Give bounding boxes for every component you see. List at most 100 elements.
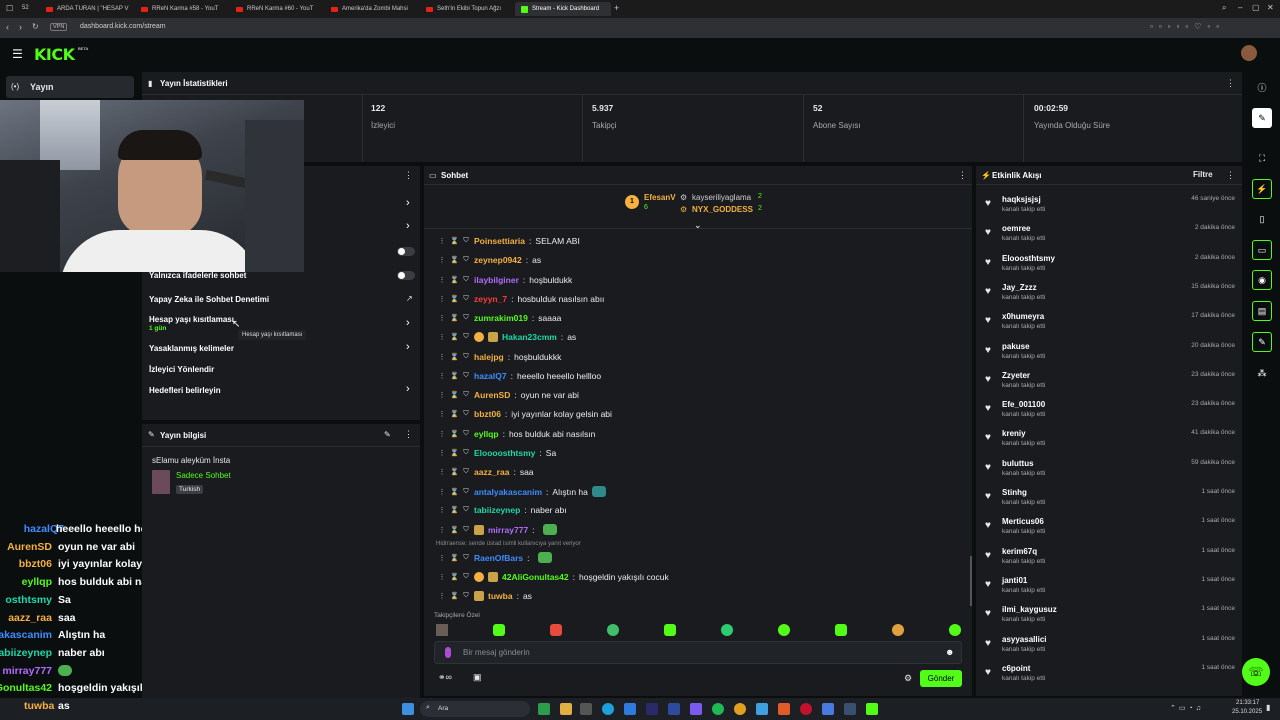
wrench-icon[interactable]: ✎ (1252, 332, 1272, 352)
timeout-icon[interactable]: ⌛ (450, 372, 459, 380)
emote-icon[interactable] (664, 624, 676, 636)
message-options-icon[interactable]: ⋮ (438, 372, 446, 380)
steam-icon[interactable] (844, 703, 856, 715)
chat-username[interactable]: eyllqp (474, 429, 499, 439)
app-icon[interactable] (822, 703, 834, 715)
emote-only-toggle[interactable] (397, 271, 415, 280)
chat-username[interactable]: Poinsettiaria (474, 236, 525, 246)
chat-username[interactable]: ilaybilginer (474, 275, 519, 285)
chevron-right-icon[interactable]: › (406, 197, 410, 209)
opera-icon[interactable] (800, 703, 812, 715)
chevron-right-icon[interactable]: › (406, 341, 410, 353)
emote-icon[interactable] (721, 624, 733, 636)
kick-logo[interactable]: KICK (34, 45, 75, 64)
banned-words-label[interactable]: Yasaklanmış kelimeler (149, 344, 234, 353)
chat-username[interactable]: bbzt06 (474, 409, 501, 419)
activity-item[interactable]: ♥ pakuse kanalı takip etti 20 dakika önce (985, 342, 1235, 368)
chat-username[interactable]: tuwba (488, 591, 513, 601)
emote-icon[interactable] (835, 624, 847, 636)
app-icon[interactable] (668, 703, 680, 715)
emote-icon[interactable] (550, 624, 562, 636)
follower-username[interactable]: Zzyeter (1002, 371, 1030, 380)
emote-icon[interactable] (892, 624, 904, 636)
timeout-icon[interactable]: ⌛ (450, 573, 459, 581)
document-icon[interactable]: ▯ (1252, 209, 1272, 229)
chat-username[interactable]: aazz_raa (474, 467, 509, 477)
url-field[interactable]: dashboard.kick.com/stream (80, 23, 166, 30)
message-options-icon[interactable]: ⋮ (438, 353, 446, 361)
minimize-icon[interactable]: – (1238, 3, 1242, 12)
gifter-name[interactable]: kayseriliyaglama (692, 193, 751, 202)
taskbar-search[interactable]: ⌕ Ara (420, 701, 530, 717)
follower-username[interactable]: haqksjsjsj (1002, 195, 1041, 204)
chat-username[interactable]: Hakan23cmm (502, 332, 557, 342)
follower-username[interactable]: ilmi_kaygusuz (1002, 605, 1057, 614)
extension-icons[interactable]: ▫▫▫▫▫♡▫▫ (1150, 22, 1225, 31)
tab-4[interactable]: Amerika'da Zombi Mahsi (325, 2, 415, 16)
emoji-picker-icon[interactable]: ☻ (945, 647, 954, 657)
follower-username[interactable]: Jay_Zzzz (1002, 283, 1037, 292)
send-button[interactable]: Gönder (920, 670, 962, 687)
scrollbar[interactable] (970, 556, 972, 606)
chat-username[interactable]: AurenSD (474, 390, 510, 400)
chevron-right-icon[interactable]: › (406, 317, 410, 329)
activity-item[interactable]: ♥ asyyasallici kanalı takip etti 1 saat önc… (985, 635, 1235, 661)
more-options-icon[interactable]: ⋮ (404, 170, 413, 181)
gift-box-icon[interactable]: ▣ (473, 672, 482, 683)
ai-moderation-label[interactable]: Yapay Zeka ile Sohbet Denetimi (149, 295, 269, 304)
activity-item[interactable]: ♥ Jay_Zzzz kanalı takip etti 15 dakika önce (985, 283, 1235, 309)
emote-icon[interactable] (949, 624, 961, 636)
edit-icon[interactable]: ✎ (384, 430, 391, 439)
tab-active-kick[interactable]: Stream - Kick Dashboard (515, 2, 611, 16)
message-options-icon[interactable]: ⋮ (438, 573, 446, 581)
tab-5[interactable]: Seth'in Ekibi Topun Ağzı (420, 2, 512, 16)
external-link-icon[interactable]: ↗ (406, 294, 413, 303)
chat-username[interactable]: tabiizeynep (474, 505, 520, 515)
file-explorer-icon[interactable] (560, 703, 572, 715)
follower-username[interactable]: Efe_001100 (1002, 400, 1045, 409)
chevron-right-icon[interactable]: › (406, 220, 410, 232)
activity-item[interactable]: ♥ Efe_001100 kanalı takip etti 23 dakika ön… (985, 400, 1235, 426)
timeout-icon[interactable]: ⌛ (450, 506, 459, 514)
kick-app-icon[interactable] (866, 703, 878, 715)
message-options-icon[interactable]: ⋮ (438, 276, 446, 284)
app-icon[interactable] (624, 703, 636, 715)
tab-3[interactable]: RReN Karma #60 - YouT (230, 2, 320, 16)
timeout-icon[interactable]: ⌛ (450, 449, 459, 457)
message-options-icon[interactable]: ⋮ (438, 430, 446, 438)
emote-icon[interactable] (493, 624, 505, 636)
emote-icon[interactable] (436, 624, 448, 636)
clock-date[interactable]: 25.10.2025 (1232, 709, 1262, 715)
follower-username[interactable]: kerim67q (1002, 547, 1037, 556)
chat-tools-icon[interactable]: ⚭∞ (438, 672, 452, 683)
activity-item[interactable]: ♥ buluttus kanalı takip etti 59 dakika önce (985, 459, 1235, 485)
activity-item[interactable]: ♥ haqksjsjsj kanalı takip etti 46 saniye ön… (985, 195, 1235, 221)
timeout-icon[interactable]: ⌛ (450, 468, 459, 476)
activity-item[interactable]: ♥ Zzyeter kanalı takip etti 23 dakika önce (985, 371, 1235, 397)
activity-item[interactable]: ♥ kerim67q kanalı takip etti 1 saat önce (985, 547, 1235, 573)
activity-item[interactable]: ♥ kreniy kanalı takip etti 41 dakika önce (985, 429, 1235, 455)
broadcast-icon[interactable]: ◉ (1252, 270, 1272, 290)
more-options-icon[interactable]: ⋮ (1226, 78, 1235, 89)
activity-item[interactable]: ♥ c6point kanalı takip etti 1 saat önce (985, 664, 1235, 690)
clock-time[interactable]: 21:33:17 (1236, 700, 1259, 706)
chat-username[interactable]: 42AliGonultas42 (502, 572, 569, 582)
message-options-icon[interactable]: ⋮ (438, 391, 446, 399)
timeout-icon[interactable]: ⌛ (450, 276, 459, 284)
timeout-icon[interactable]: ⌛ (450, 256, 459, 264)
message-options-icon[interactable]: ⋮ (438, 410, 446, 418)
timeout-icon[interactable]: ⌛ (450, 391, 459, 399)
lightning-icon[interactable]: ⚡ (1252, 179, 1272, 199)
chat-username[interactable]: Eloooosthtsmy (474, 448, 535, 458)
message-options-icon[interactable]: ⋮ (438, 237, 446, 245)
message-options-icon[interactable]: ⋮ (438, 449, 446, 457)
sidebar-item-stream[interactable]: (•) Yayın (6, 76, 134, 98)
message-options-icon[interactable]: ⋮ (438, 526, 446, 534)
category-thumbnail[interactable] (152, 470, 170, 494)
top-gifter-name[interactable]: EfesanV (644, 193, 676, 202)
follower-username[interactable]: Elooosthtsmy (1002, 254, 1055, 263)
more-options-icon[interactable]: ⋮ (958, 170, 967, 181)
follower-username[interactable]: buluttus (1002, 459, 1034, 468)
maximize-icon[interactable]: ▢ (1252, 3, 1260, 12)
chat-username[interactable]: hazalQ7 (474, 371, 507, 381)
